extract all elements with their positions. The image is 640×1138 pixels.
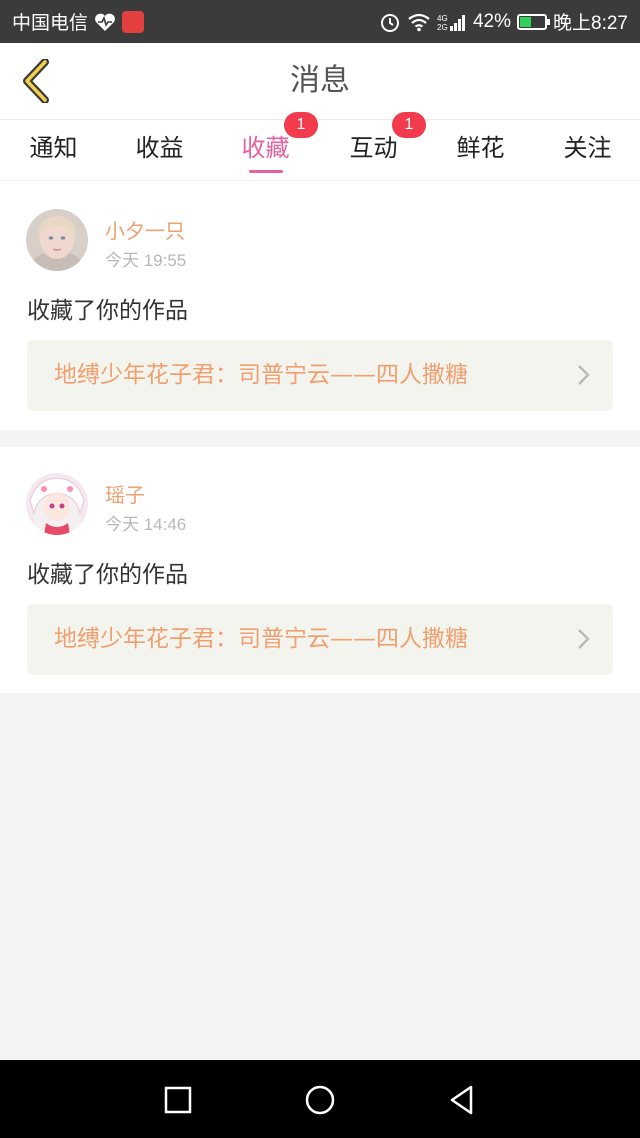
timestamp: 今天 14:46 <box>105 515 187 534</box>
notification-card: 瑶子 今天 14:46 收藏了你的作品 地缚少年花子君：司普宁云——四人撒糖 <box>0 447 640 693</box>
tab-label: 互动 <box>349 134 398 162</box>
tab-item[interactable]: 关注 <box>534 120 640 180</box>
avatar[interactable] <box>26 473 88 535</box>
work-title: 地缚少年花子君：司普宁云——四人撒糖 <box>54 362 468 388</box>
status-right: 4G 2G 42% 晚上8:27 <box>379 8 628 35</box>
page-title: 消息 <box>290 63 350 98</box>
tab-bar: 通知 收益 收藏 1 互动 1 鲜花 关注 <box>0 112 640 180</box>
username[interactable]: 瑶子 <box>105 479 145 508</box>
avatar[interactable] <box>26 209 88 271</box>
tab-item[interactable]: 通知 <box>0 120 107 180</box>
chevron-right-icon <box>578 629 590 649</box>
tab-item[interactable]: 收益 <box>106 120 213 180</box>
status-bar: 中国电信 4G 2G 42% 晚上8:27 <box>0 0 640 43</box>
triangle-back-icon <box>450 1085 473 1115</box>
clock: 晚上8:27 <box>553 13 628 34</box>
notification-card: 小夕一只 今天 19:55 收藏了你的作品 地缚少年花子君：司普宁云——四人撒糖 <box>0 181 640 430</box>
tab-label: 关注 <box>563 134 612 162</box>
tab-label: 鲜花 <box>456 134 505 162</box>
work-link[interactable]: 地缚少年花子君：司普宁云——四人撒糖 <box>27 604 613 675</box>
battery-fill <box>520 16 531 27</box>
svg-text:2G: 2G <box>437 23 448 32</box>
action-text: 收藏了你的作品 <box>27 562 188 588</box>
tab-label: 通知 <box>29 134 78 162</box>
carrier-label: 中国电信 <box>12 13 89 34</box>
battery-percent: 42% <box>472 10 512 32</box>
system-nav-bar <box>0 1060 640 1138</box>
tab-label: 收益 <box>135 134 184 162</box>
work-link[interactable]: 地缚少年花子君：司普宁云——四人撒糖 <box>27 340 613 411</box>
tab-item[interactable]: 鲜花 <box>427 120 534 180</box>
recent-apps-button[interactable] <box>158 1080 198 1120</box>
alarm-icon <box>379 11 401 33</box>
unread-badge: 1 <box>392 112 426 138</box>
back-nav-button[interactable] <box>442 1080 482 1120</box>
unread-badge: 1 <box>284 112 318 138</box>
circle-icon <box>305 1085 335 1115</box>
status-left: 中国电信 <box>12 8 145 35</box>
header-bar: 消息 <box>0 43 640 120</box>
tab-item[interactable]: 收藏 1 <box>212 112 319 180</box>
tab-item[interactable]: 互动 1 <box>320 112 427 180</box>
app-store-icon <box>122 10 145 33</box>
chevron-right-icon <box>578 365 590 385</box>
action-text: 收藏了你的作品 <box>27 298 188 324</box>
signal-icon: 4G 2G <box>437 12 467 32</box>
square-icon <box>164 1086 192 1114</box>
active-tab-indicator <box>249 170 283 173</box>
health-heart-icon <box>94 12 116 32</box>
battery-icon <box>517 13 551 30</box>
tab-label: 收藏 <box>241 134 290 162</box>
wifi-icon <box>407 12 431 32</box>
username[interactable]: 小夕一只 <box>105 215 185 244</box>
home-button[interactable] <box>300 1080 340 1120</box>
work-title: 地缚少年花子君：司普宁云——四人撒糖 <box>54 626 468 652</box>
timestamp: 今天 19:55 <box>105 251 187 270</box>
svg-text:4G: 4G <box>437 14 448 23</box>
